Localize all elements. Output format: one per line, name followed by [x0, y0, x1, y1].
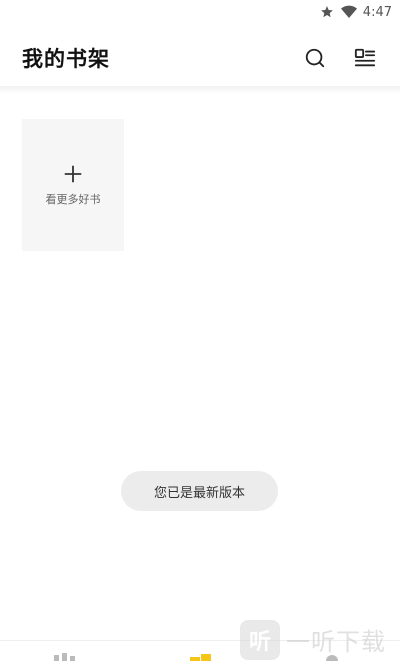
watermark: 听 一听下载 — [240, 618, 400, 661]
header-divider — [0, 86, 400, 94]
search-button[interactable] — [302, 45, 328, 71]
watermark-text: 一听下载 — [286, 628, 386, 656]
star-icon — [319, 4, 335, 20]
shelf-manage-button[interactable] — [352, 45, 378, 71]
add-book-label: 看更多好书 — [45, 193, 101, 206]
plus-icon — [64, 165, 82, 183]
nav-shelf[interactable] — [186, 653, 214, 661]
store-icon — [54, 653, 75, 661]
wifi-icon — [340, 4, 357, 20]
watermark-logo: 听 — [240, 619, 280, 660]
status-bar: 4:47 — [0, 0, 400, 24]
search-icon — [305, 48, 325, 68]
add-book-card[interactable]: 看更多好书 — [22, 119, 124, 251]
screen: 4:47 我的书架 看更多好书 您已是最新版本 听 一听下载 — [0, 0, 400, 661]
update-toast: 您已是最新版本 — [121, 471, 278, 511]
shelf-icon — [190, 654, 211, 661]
page-title: 我的书架 — [22, 47, 110, 71]
list-manage-icon — [354, 48, 376, 67]
nav-store[interactable] — [52, 653, 80, 661]
status-time: 4:47 — [362, 4, 392, 20]
header-actions — [302, 45, 378, 71]
header: 我的书架 — [0, 36, 400, 80]
